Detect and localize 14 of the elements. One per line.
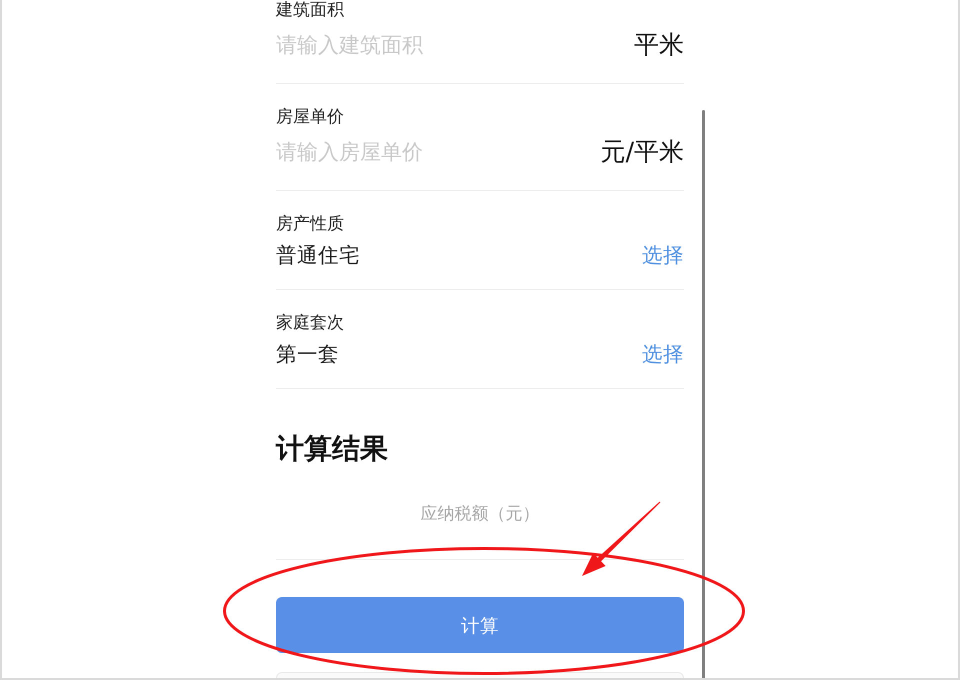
field-label: 房产性质 xyxy=(276,214,344,234)
result-label: 应纳税额（元） xyxy=(420,503,540,526)
field-label: 房屋单价 xyxy=(276,107,344,127)
unit-label: 平米 xyxy=(634,31,684,59)
select-link[interactable]: 选择 xyxy=(642,340,684,368)
selected-value: 第一套 xyxy=(276,341,339,368)
select-link[interactable]: 选择 xyxy=(642,241,684,269)
unit-label: 元/平米 xyxy=(600,138,684,166)
field-label: 建筑面积 xyxy=(276,0,344,20)
field-label: 家庭套次 xyxy=(276,313,344,333)
scrollbar-thumb[interactable] xyxy=(702,110,705,678)
selected-value: 普通住宅 xyxy=(276,242,360,269)
calculate-button[interactable]: 计算 xyxy=(276,597,684,653)
section-heading: 计算结果 xyxy=(276,431,388,467)
